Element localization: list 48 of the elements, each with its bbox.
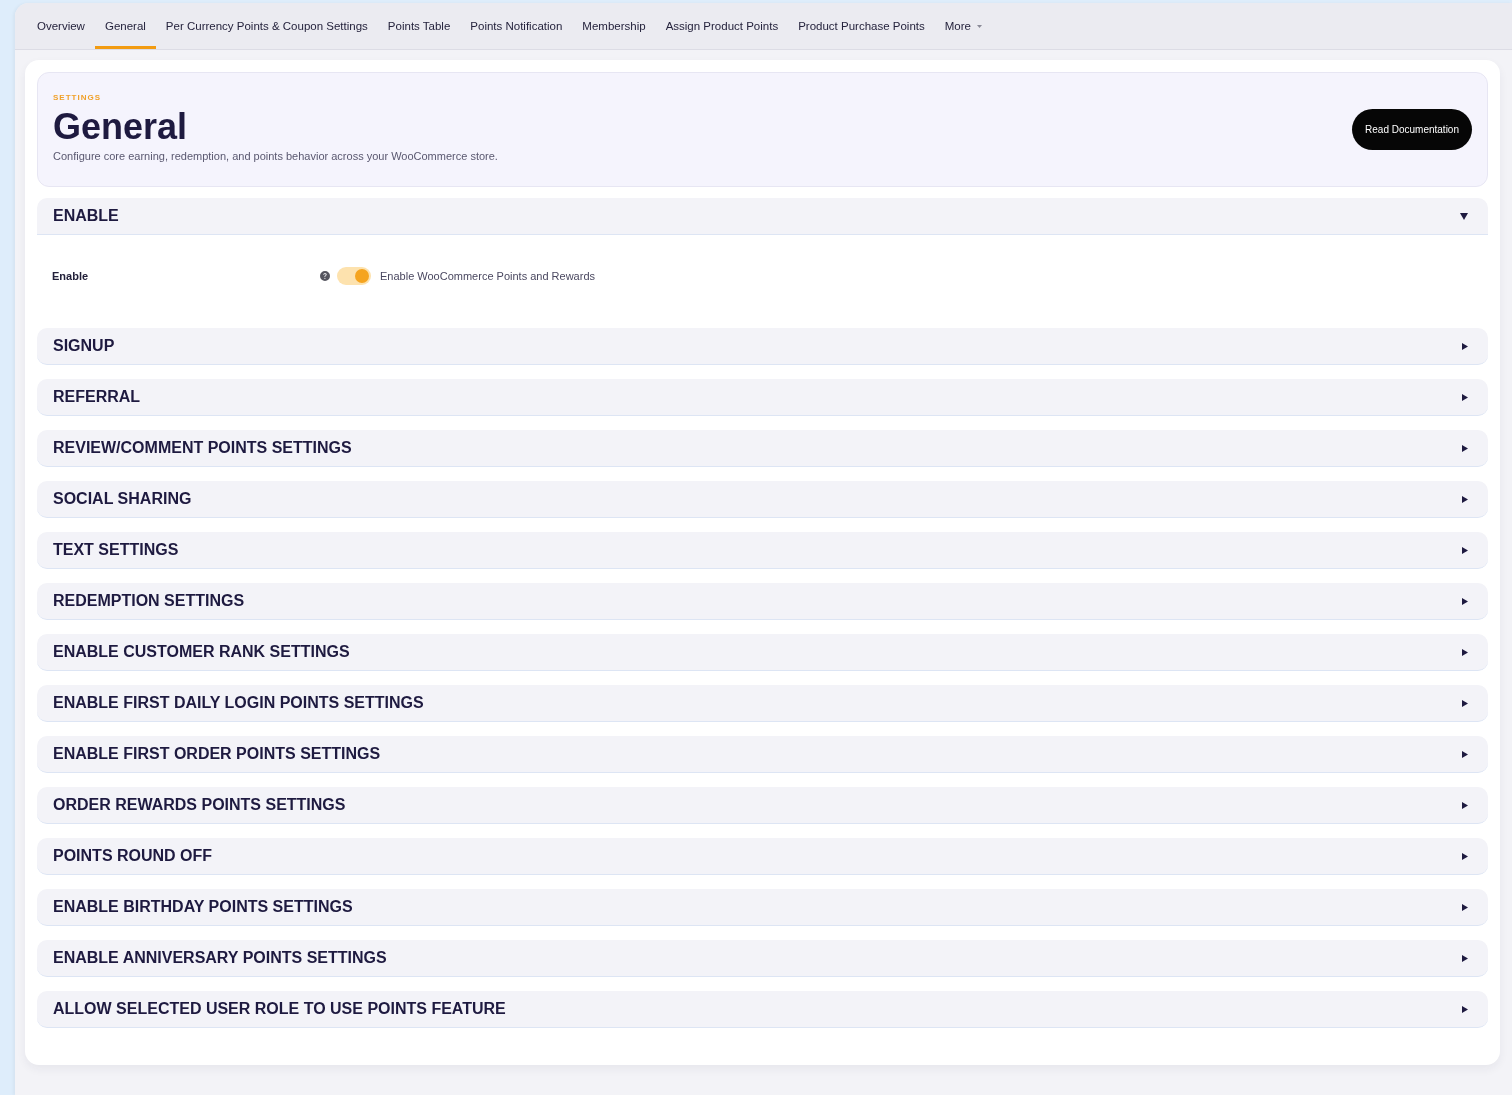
caret-right-icon	[1462, 597, 1468, 605]
caret-right-icon	[1462, 852, 1468, 860]
section-header[interactable]: ENABLE BIRTHDAY POINTS SETTINGS	[37, 889, 1488, 926]
caret-right-icon	[1462, 954, 1468, 962]
caret-down-icon	[1460, 212, 1468, 220]
caret-right-icon	[1462, 750, 1468, 758]
caret-right-icon	[1462, 342, 1468, 350]
section-header[interactable]: TEXT SETTINGS	[37, 532, 1488, 569]
section-header[interactable]: REVIEW/COMMENT POINTS SETTINGS	[37, 430, 1488, 467]
section-header[interactable]: ENABLE FIRST ORDER POINTS SETTINGS	[37, 736, 1488, 773]
section-header[interactable]: ENABLE FIRST DAILY LOGIN POINTS SETTINGS	[37, 685, 1488, 722]
caret-down-icon	[976, 24, 982, 28]
caret-right-icon	[1462, 903, 1468, 911]
section-header[interactable]: REDEMPTION SETTINGS	[37, 583, 1488, 620]
eyebrow-label: SETTINGS	[53, 93, 102, 102]
section-header[interactable]: ORDER REWARDS POINTS SETTINGS	[37, 787, 1488, 824]
caret-right-icon	[1462, 546, 1468, 554]
section-header[interactable]: SIGNUP	[37, 328, 1488, 365]
nav-tab[interactable]: Per Currency Points & Coupon Settings	[155, 3, 378, 49]
section-header[interactable]: ENABLE ANNIVERSARY POINTS SETTINGS	[37, 940, 1488, 977]
page-title: General	[53, 106, 189, 148]
nav-tab[interactable]: Membership	[572, 3, 656, 49]
help-icon[interactable]	[320, 271, 330, 281]
toggle-label: Enable WooCommerce Points and Rewards	[380, 270, 595, 282]
caret-right-icon	[1462, 801, 1468, 809]
field-label: Enable	[52, 270, 90, 282]
toggle-switch[interactable]	[337, 267, 371, 285]
caret-right-icon	[1462, 648, 1468, 656]
nav-tab[interactable]: Points Table	[377, 3, 461, 49]
nav-tab[interactable]: Product Purchase Points	[788, 3, 935, 49]
caret-right-icon	[1462, 699, 1468, 707]
more-tab[interactable]: More	[934, 3, 992, 49]
section-header[interactable]: SOCIAL SHARING	[37, 481, 1488, 518]
section-header[interactable]: REFERRAL	[37, 379, 1488, 416]
page-description: Configure core earning, redemption, and points behavior across your WooCommerce store.	[53, 150, 498, 162]
caret-right-icon	[1462, 1005, 1468, 1013]
section-header[interactable]: ALLOW SELECTED USER ROLE TO USE POINTS FEATURE	[37, 991, 1488, 1028]
read-documentation-button[interactable]: Read Documentation	[1352, 109, 1472, 150]
nav-tab[interactable]: Points Notification	[460, 3, 573, 49]
caret-right-icon	[1462, 393, 1468, 401]
nav-tab[interactable]: General	[94, 3, 156, 49]
section-header[interactable]: ENABLE	[37, 198, 1488, 235]
nav-tab[interactable]: Overview	[27, 3, 95, 49]
caret-right-icon	[1462, 495, 1468, 503]
section-header[interactable]: ENABLE CUSTOMER RANK SETTINGS	[37, 634, 1488, 671]
section-header[interactable]: POINTS ROUND OFF	[37, 838, 1488, 875]
nav-tab[interactable]: Assign Product Points	[655, 3, 789, 49]
caret-right-icon	[1462, 444, 1468, 452]
